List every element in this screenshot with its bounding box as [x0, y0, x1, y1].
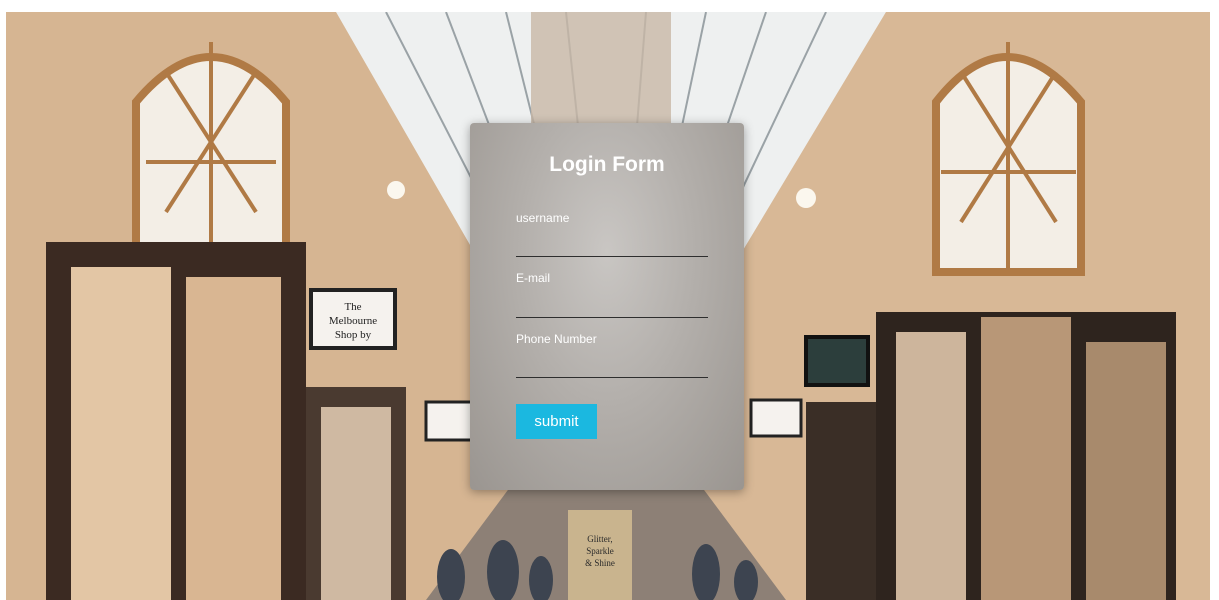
- email-label: E-mail: [516, 271, 551, 285]
- page: The Melbourne Shop by Glitter, Sparkle &…: [0, 0, 1219, 600]
- email-input[interactable]: [516, 295, 708, 318]
- right-lamp: [796, 188, 816, 208]
- chandelier: [531, 12, 671, 132]
- glitter-sign-text-1: Glitter,: [587, 534, 612, 544]
- melbourne-sign-text-1: The: [344, 301, 361, 313]
- username-label: username: [516, 211, 570, 225]
- love-sign: [804, 335, 870, 387]
- right-shop-window-1: [896, 332, 966, 600]
- glitter-sign-text-3: & Shine: [585, 558, 615, 568]
- username-input[interactable]: [516, 234, 708, 257]
- submit-button[interactable]: submit: [516, 404, 597, 439]
- right-shop-front-2: [806, 402, 876, 600]
- login-form-title: Login Form: [549, 153, 665, 176]
- small-shop-sign-left: [424, 400, 476, 442]
- phone-number-label: Phone Number: [516, 332, 597, 346]
- melbourne-sign-text-2: Melbourne: [329, 315, 377, 327]
- right-shop-window-2: [981, 317, 1071, 600]
- login-form: Login Form username E-mail Phone Number …: [470, 123, 744, 490]
- left-shop-window-2: [186, 277, 281, 600]
- left-shop-window-1: [71, 267, 171, 600]
- glitter-sign-text-2: Sparkle: [586, 546, 614, 556]
- left-shop-window-3: [321, 407, 391, 600]
- right-shop-window-3: [1086, 342, 1166, 600]
- phone-number-input[interactable]: [516, 355, 708, 378]
- melbourne-sign-text-3: Shop by: [335, 329, 372, 341]
- left-lamp: [387, 181, 405, 199]
- small-shop-sign-right: [749, 398, 803, 438]
